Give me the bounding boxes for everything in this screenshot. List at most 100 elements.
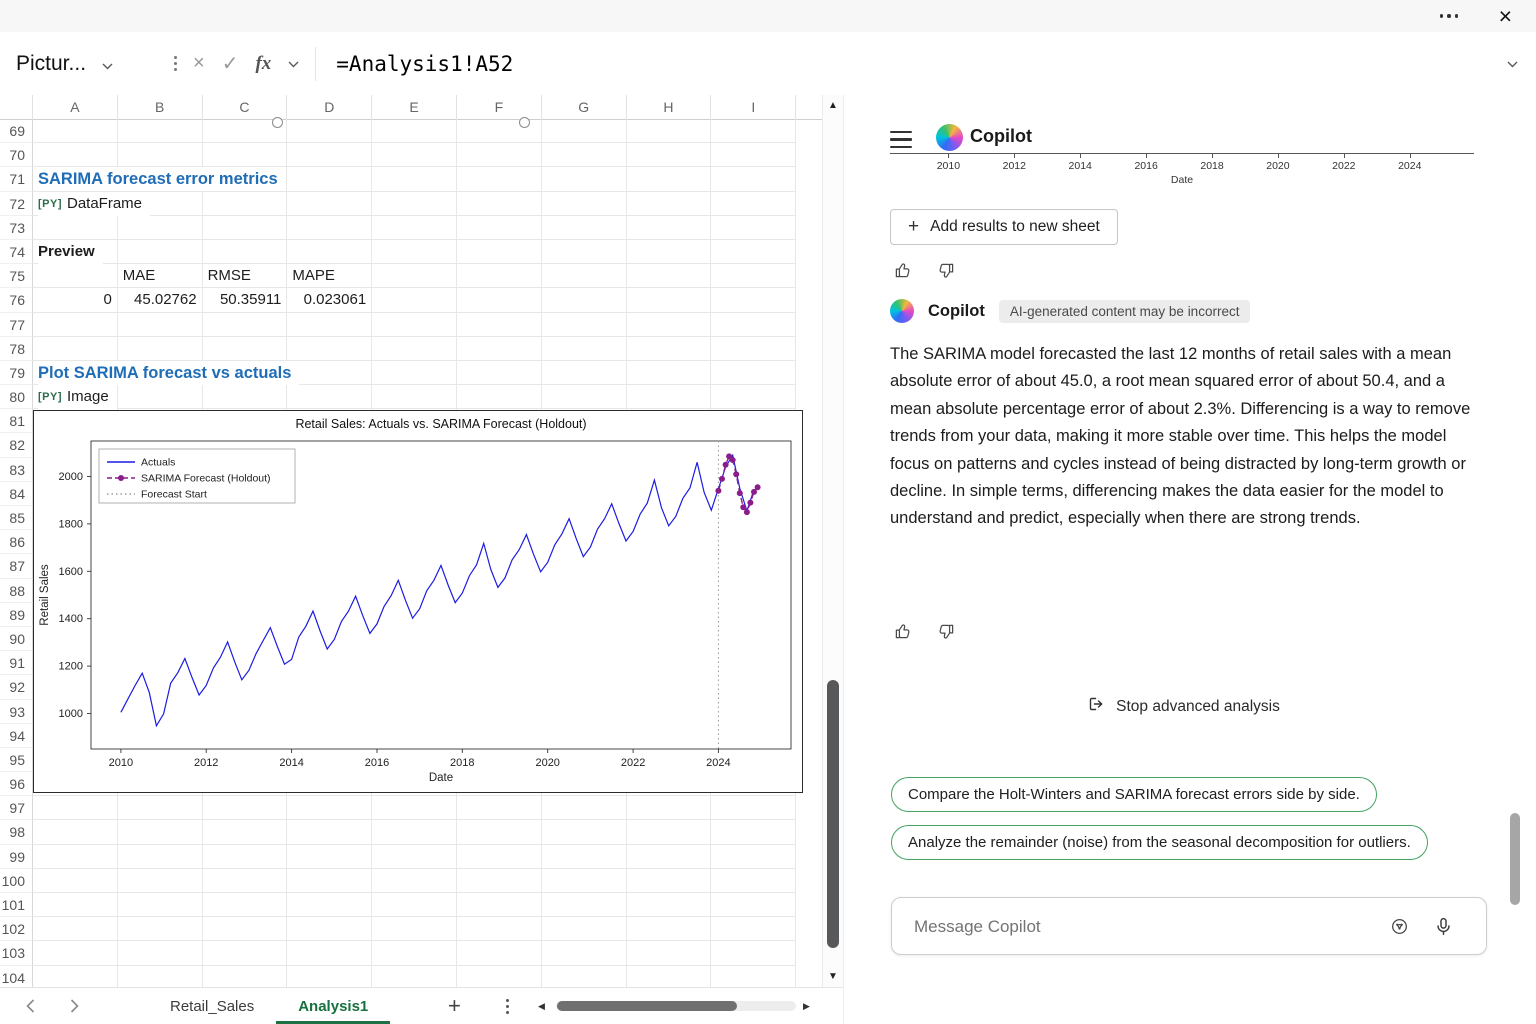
confirm-entry-icon[interactable]: ✓ <box>222 51 239 76</box>
cell-F73[interactable] <box>456 215 542 240</box>
cell-F78[interactable] <box>456 336 542 361</box>
cell-B75[interactable]: MAE <box>117 264 203 289</box>
cell-E78[interactable] <box>372 336 457 361</box>
column-header-F[interactable]: F <box>457 95 542 119</box>
row-header-100[interactable]: 100 <box>0 868 33 893</box>
cell-D80[interactable] <box>287 385 373 410</box>
cell-D99[interactable] <box>287 844 373 869</box>
row-header-77[interactable]: 77 <box>0 312 33 337</box>
cell-C98[interactable] <box>202 820 288 845</box>
cell-F79[interactable] <box>456 360 542 386</box>
cell-B98[interactable] <box>117 820 203 845</box>
more-options-icon[interactable] <box>1439 14 1458 18</box>
cell-F76[interactable] <box>456 288 542 313</box>
row-header-69[interactable]: 69 <box>0 119 33 144</box>
copilot-scrollbar-thumb[interactable] <box>1510 813 1520 905</box>
row-header-102[interactable]: 102 <box>0 917 33 942</box>
cell-C77[interactable] <box>202 312 288 337</box>
column-header-D[interactable]: D <box>287 95 373 119</box>
cell-G76[interactable] <box>541 288 627 313</box>
cell-A78[interactable] <box>33 336 118 361</box>
cell-G97[interactable] <box>541 796 627 821</box>
cell-C97[interactable] <box>202 796 288 821</box>
cell-G78[interactable] <box>541 336 627 361</box>
row-header-84[interactable]: 84 <box>0 481 33 506</box>
cell-A80[interactable]: [PY] Image <box>33 385 118 410</box>
cell-F75[interactable] <box>456 264 542 289</box>
row-header-99[interactable]: 99 <box>0 844 33 869</box>
cell-H70[interactable] <box>626 143 712 168</box>
cell-I79[interactable] <box>711 360 797 386</box>
formula-bar-options-icon[interactable] <box>174 56 177 71</box>
cell-I80[interactable] <box>711 385 797 410</box>
cell-C100[interactable] <box>202 868 288 893</box>
cell-A70[interactable] <box>33 143 118 168</box>
cell-I99[interactable] <box>711 844 797 869</box>
cell-I71[interactable] <box>711 167 797 192</box>
cell-H102[interactable] <box>626 917 712 942</box>
cell-G99[interactable] <box>541 844 627 869</box>
column-header-I[interactable]: I <box>711 95 797 119</box>
cell-C76[interactable]: 50.35911 <box>202 288 288 313</box>
cell-C102[interactable] <box>202 917 288 942</box>
cell-E72[interactable] <box>372 191 457 216</box>
column-header-B[interactable]: B <box>118 95 203 119</box>
cell-H73[interactable] <box>626 215 712 240</box>
cell-E102[interactable] <box>372 917 457 942</box>
cell-G103[interactable] <box>541 941 627 966</box>
cell-G98[interactable] <box>541 820 627 845</box>
hscroll-left-icon[interactable]: ◀ <box>538 1001 545 1012</box>
formula-input[interactable]: =Analysis1!A52 <box>316 52 1507 76</box>
cell-G79[interactable] <box>541 360 627 386</box>
cell-F70[interactable] <box>456 143 542 168</box>
row-header-82[interactable]: 82 <box>0 433 33 458</box>
cell-C70[interactable] <box>202 143 288 168</box>
cell-H75[interactable] <box>626 264 712 289</box>
cell-F100[interactable] <box>456 868 542 893</box>
column-header-G[interactable]: G <box>542 95 627 119</box>
cell-H80[interactable] <box>626 385 712 410</box>
cell-I77[interactable] <box>711 312 797 337</box>
cell-H101[interactable] <box>626 893 712 918</box>
cell-H72[interactable] <box>626 191 712 216</box>
suggestion-pill[interactable]: Compare the Holt-Winters and SARIMA fore… <box>891 777 1377 812</box>
cell-A71[interactable]: SARIMA forecast error metrics <box>33 167 286 192</box>
add-results-button[interactable]: + Add results to new sheet <box>890 209 1118 245</box>
cell-A104[interactable] <box>33 965 118 988</box>
cell-G70[interactable] <box>541 143 627 168</box>
cell-H71[interactable] <box>626 167 712 192</box>
cell-C75[interactable]: RMSE <box>202 264 288 289</box>
menu-icon[interactable] <box>890 131 912 153</box>
cell-I104[interactable] <box>711 965 797 988</box>
cell-I101[interactable] <box>711 893 797 918</box>
row-header-85[interactable]: 85 <box>0 506 33 531</box>
thumbs-up-icon[interactable] <box>894 622 913 641</box>
cell-D104[interactable] <box>287 965 373 988</box>
cell-H97[interactable] <box>626 796 712 821</box>
column-header-A[interactable]: A <box>33 95 118 119</box>
cell-A97[interactable] <box>33 796 118 821</box>
cell-D98[interactable] <box>287 820 373 845</box>
cell-C103[interactable] <box>202 941 288 966</box>
row-header-97[interactable]: 97 <box>0 796 33 821</box>
cell-E99[interactable] <box>372 844 457 869</box>
chevron-down-icon[interactable] <box>288 55 299 73</box>
cell-D101[interactable] <box>287 893 373 918</box>
cell-I78[interactable] <box>711 336 797 361</box>
chevron-down-icon[interactable] <box>102 52 113 76</box>
cell-F71[interactable] <box>456 167 542 192</box>
cell-D100[interactable] <box>287 868 373 893</box>
cell-B100[interactable] <box>117 868 203 893</box>
row-header-75[interactable]: 75 <box>0 264 33 289</box>
cell-D70[interactable] <box>287 143 373 168</box>
cell-A98[interactable] <box>33 820 118 845</box>
cell-E69[interactable] <box>372 119 457 144</box>
cell-I73[interactable] <box>711 215 797 240</box>
row-header-101[interactable]: 101 <box>0 893 33 918</box>
cell-A102[interactable] <box>33 917 118 942</box>
cell-B69[interactable] <box>117 119 203 144</box>
row-header-95[interactable]: 95 <box>0 747 33 773</box>
cell-B101[interactable] <box>117 893 203 918</box>
cell-A76[interactable]: 0 <box>33 288 118 313</box>
cell-A72[interactable]: [PY] DataFrame <box>33 191 151 216</box>
